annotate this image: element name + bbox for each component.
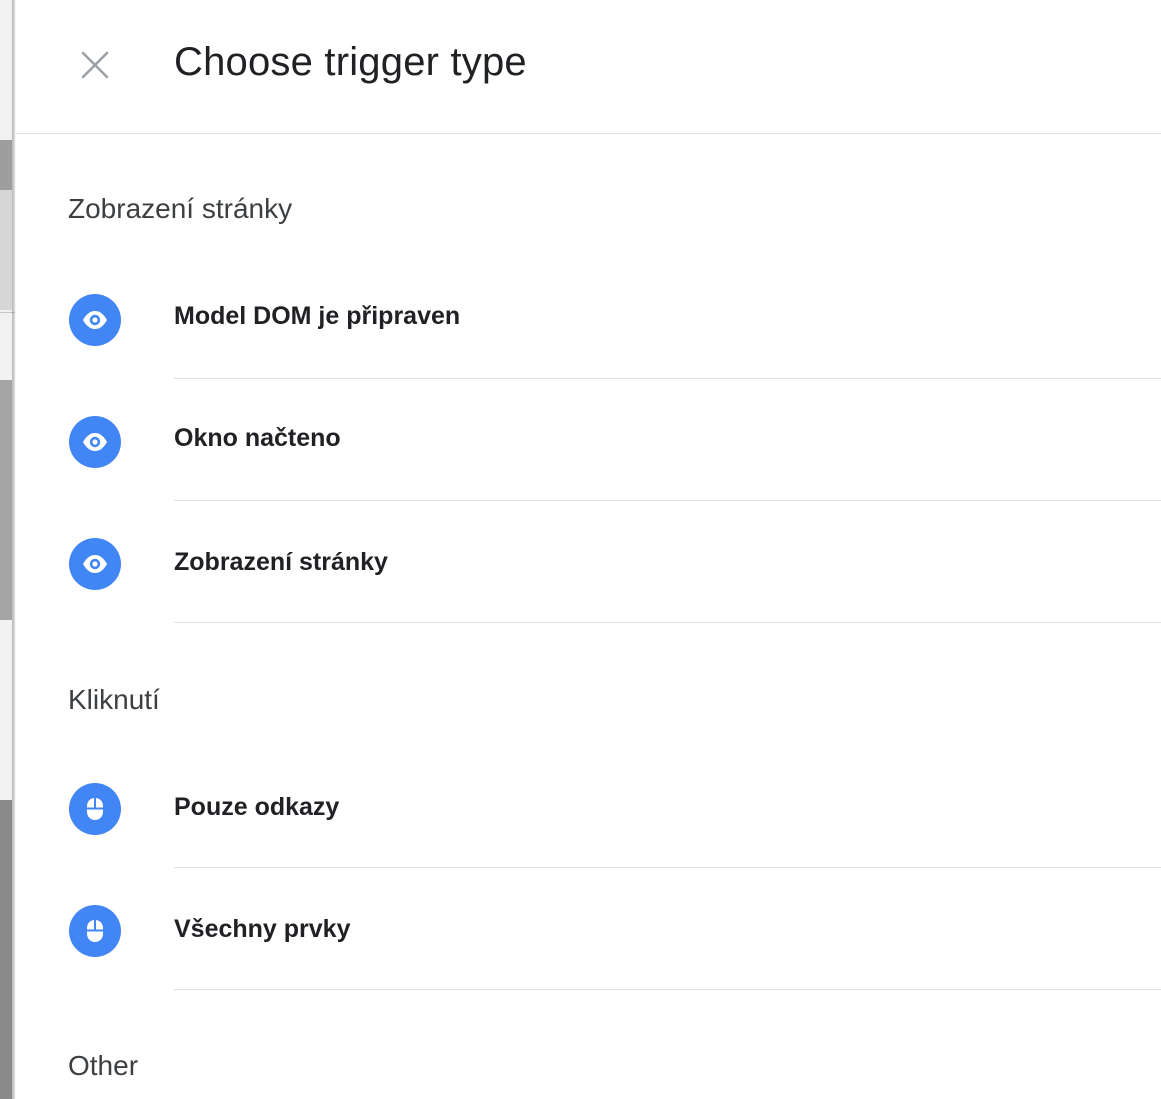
trigger-option-window-loaded[interactable]: Okno načteno xyxy=(16,379,1161,501)
panel-header: Choose trigger type xyxy=(16,0,1161,134)
eye-icon xyxy=(69,294,121,346)
close-icon xyxy=(81,51,109,79)
eye-icon xyxy=(69,538,121,590)
section-title-other: Other xyxy=(68,1050,139,1081)
mouse-icon xyxy=(69,783,121,835)
trigger-option-label: Okno načteno xyxy=(174,424,341,452)
trigger-option-dom-ready[interactable]: Model DOM je připraven xyxy=(16,257,1161,379)
section-title-page-view: Zobrazení stránky xyxy=(68,193,293,224)
close-button[interactable] xyxy=(72,42,118,88)
trigger-option-label: Všechny prvky xyxy=(174,915,351,943)
trigger-type-panel: Choose trigger type Zobrazení stránky Mo… xyxy=(16,0,1161,1099)
background-shade xyxy=(0,380,12,620)
item-divider xyxy=(174,622,1161,623)
trigger-option-label: Model DOM je připraven xyxy=(174,302,461,330)
item-divider xyxy=(174,989,1161,990)
background-shade xyxy=(0,800,12,1099)
trigger-option-links-only[interactable]: Pouze odkazy xyxy=(16,746,1161,868)
mouse-icon xyxy=(69,905,121,957)
eye-icon xyxy=(69,416,121,468)
screen: Choose trigger type Zobrazení stránky Mo… xyxy=(0,0,1161,1099)
trigger-option-page-view[interactable]: Zobrazení stránky xyxy=(16,501,1161,623)
trigger-option-label: Pouze odkazy xyxy=(174,793,340,821)
background-shade xyxy=(0,140,12,190)
section-title-click: Kliknutí xyxy=(68,684,160,715)
trigger-option-label: Zobrazení stránky xyxy=(174,548,388,576)
background-shade xyxy=(0,190,12,310)
trigger-option-all-elements[interactable]: Všechny prvky xyxy=(16,868,1161,990)
panel-title: Choose trigger type xyxy=(174,40,527,84)
